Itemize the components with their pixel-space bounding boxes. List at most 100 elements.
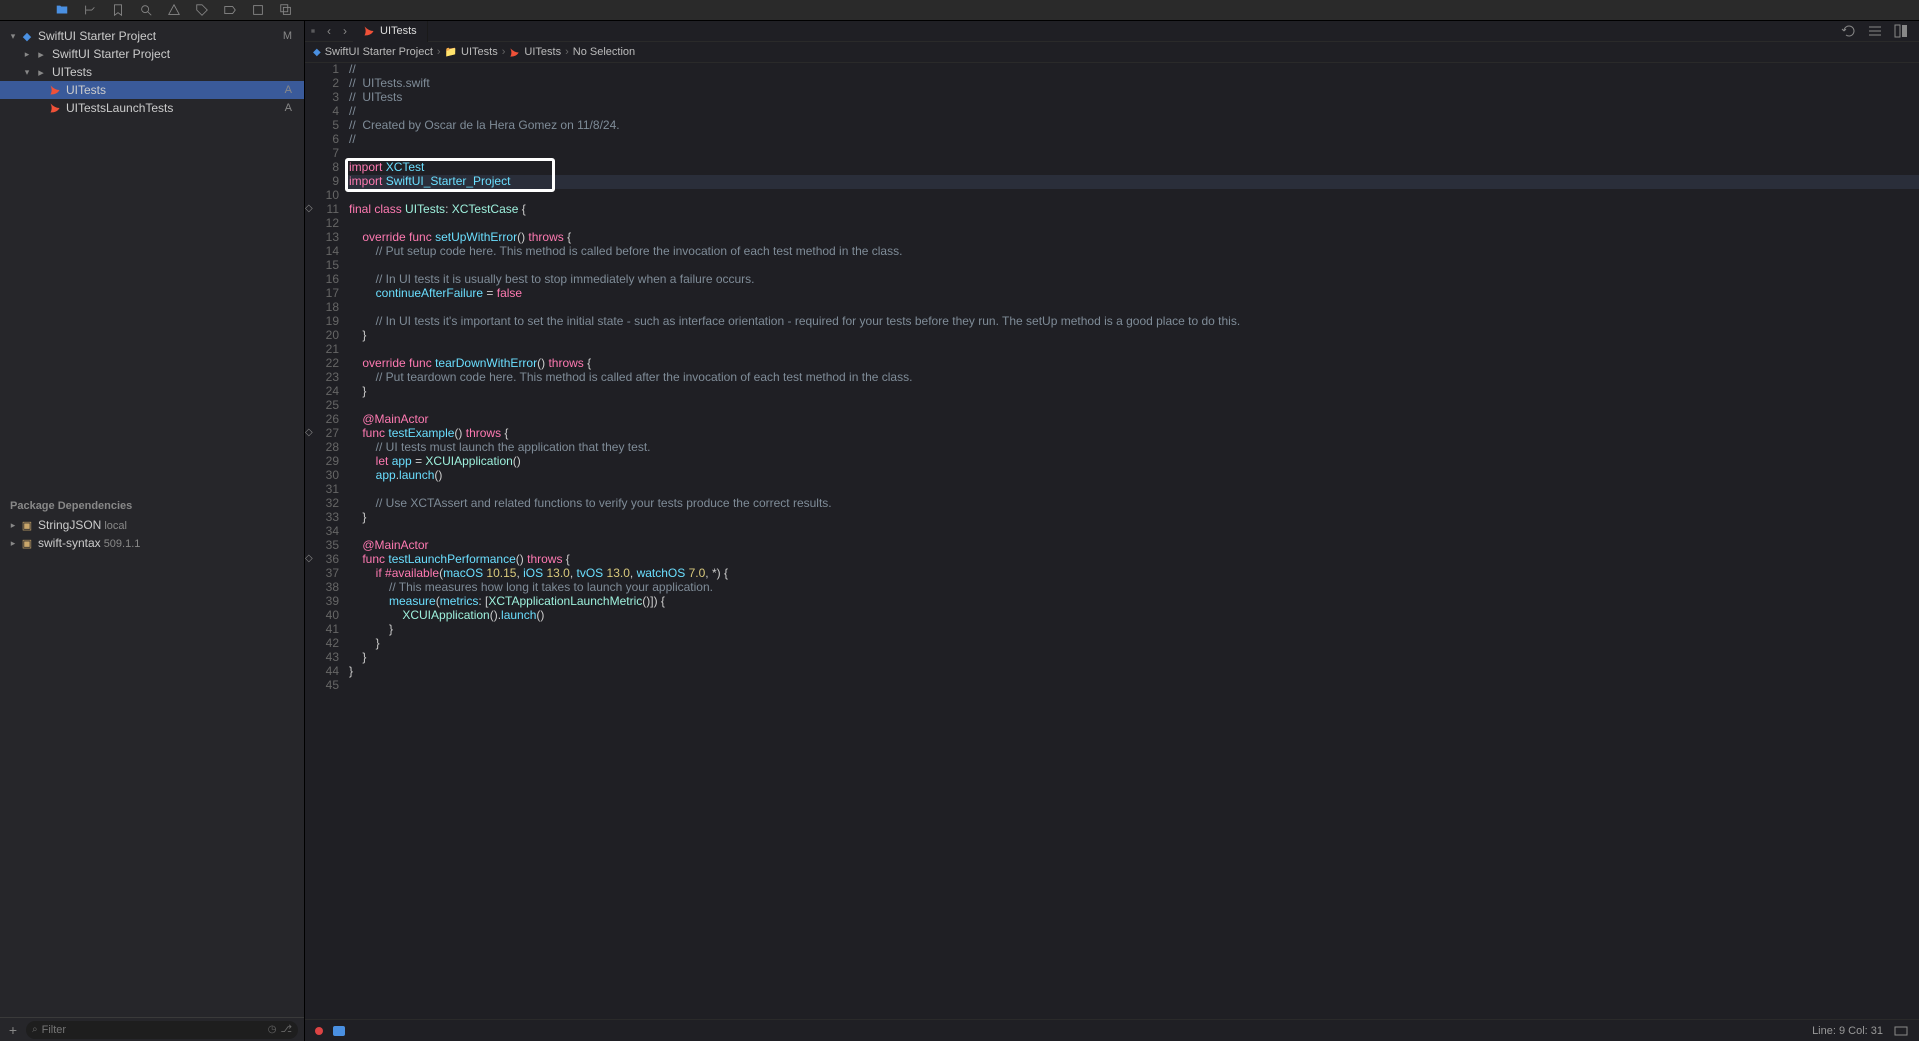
- code-line[interactable]: // Put setup code here. This method is c…: [345, 245, 1919, 259]
- project-tree[interactable]: ▾◆SwiftUI Starter ProjectM▸▸SwiftUI Star…: [0, 21, 304, 492]
- forward-icon[interactable]: ›: [337, 23, 353, 39]
- debug-console-icon[interactable]: [333, 1026, 345, 1036]
- code-line[interactable]: @MainActor: [345, 413, 1919, 427]
- jump-segment[interactable]: UITests: [524, 46, 561, 58]
- line-gutter[interactable]: 1234567891011◇12131415161718192021222324…: [305, 63, 345, 1019]
- scm-filter-icon[interactable]: ⎇: [280, 1024, 292, 1035]
- line-number[interactable]: 8: [305, 161, 339, 175]
- line-number[interactable]: 37: [305, 567, 339, 581]
- code-line[interactable]: // This measures how long it takes to la…: [345, 581, 1919, 595]
- filter-input[interactable]: [42, 1024, 264, 1036]
- related-items-icon[interactable]: [305, 23, 321, 39]
- line-number[interactable]: 38: [305, 581, 339, 595]
- line-number[interactable]: 26: [305, 413, 339, 427]
- code-line[interactable]: XCUIApplication().launch(): [345, 609, 1919, 623]
- line-number[interactable]: 18: [305, 301, 339, 315]
- line-number[interactable]: 3: [305, 91, 339, 105]
- tree-row[interactable]: ▸▸SwiftUI Starter Project: [0, 45, 304, 63]
- line-number[interactable]: 33: [305, 511, 339, 525]
- package-row[interactable]: ▸▣StringJSONlocal: [0, 516, 304, 534]
- test-diamond-icon[interactable]: ◇: [305, 203, 313, 215]
- code-line[interactable]: }: [345, 651, 1919, 665]
- code-line[interactable]: // Put teardown code here. This method i…: [345, 371, 1919, 385]
- code-line[interactable]: final class UITests: XCTestCase {: [345, 203, 1919, 217]
- code-line[interactable]: [345, 525, 1919, 539]
- code-line[interactable]: [345, 301, 1919, 315]
- vcs-icon[interactable]: [83, 3, 97, 17]
- code-line[interactable]: //: [345, 105, 1919, 119]
- line-number[interactable]: 45: [305, 679, 339, 693]
- line-number[interactable]: 35: [305, 539, 339, 553]
- tree-row[interactable]: UITestsA: [0, 81, 304, 99]
- disclosure-icon[interactable]: ▾: [8, 31, 18, 41]
- line-number[interactable]: 44: [305, 665, 339, 679]
- line-number[interactable]: 6: [305, 133, 339, 147]
- layers-icon[interactable]: [279, 3, 293, 17]
- code-line[interactable]: [345, 147, 1919, 161]
- clock-icon[interactable]: ◷: [268, 1024, 277, 1035]
- code-line[interactable]: // UI tests must launch the application …: [345, 441, 1919, 455]
- code-line[interactable]: func testExample() throws {: [345, 427, 1919, 441]
- back-icon[interactable]: ‹: [321, 23, 337, 39]
- code-line[interactable]: [345, 399, 1919, 413]
- code-line[interactable]: import XCTest: [345, 161, 1919, 175]
- code-line[interactable]: import SwiftUI_Starter_Project: [345, 175, 1919, 189]
- code-line[interactable]: app.launch(): [345, 469, 1919, 483]
- code-line[interactable]: [345, 483, 1919, 497]
- code-line[interactable]: }: [345, 329, 1919, 343]
- tag-icon[interactable]: [195, 3, 209, 17]
- line-number[interactable]: 13: [305, 231, 339, 245]
- test-diamond-icon[interactable]: ◇: [305, 427, 313, 439]
- line-number[interactable]: 29: [305, 455, 339, 469]
- code-line[interactable]: override func setUpWithError() throws {: [345, 231, 1919, 245]
- code-line[interactable]: measure(metrics: [XCTApplicationLaunchMe…: [345, 595, 1919, 609]
- line-number[interactable]: 25: [305, 399, 339, 413]
- code-line[interactable]: if #available(macOS 10.15, iOS 13.0, tvO…: [345, 567, 1919, 581]
- line-number[interactable]: 40: [305, 609, 339, 623]
- code-line[interactable]: //: [345, 133, 1919, 147]
- code-line[interactable]: [345, 679, 1919, 693]
- line-number[interactable]: 20: [305, 329, 339, 343]
- code-line[interactable]: // UITests.swift: [345, 77, 1919, 91]
- warning-icon[interactable]: [167, 3, 181, 17]
- line-number[interactable]: 9: [305, 175, 339, 189]
- code-line[interactable]: // UITests: [345, 91, 1919, 105]
- code-line[interactable]: }: [345, 623, 1919, 637]
- plus-icon[interactable]: +: [6, 1023, 20, 1037]
- code-line[interactable]: // In UI tests it's important to set the…: [345, 315, 1919, 329]
- code-line[interactable]: }: [345, 385, 1919, 399]
- code-line[interactable]: override func tearDownWithError() throws…: [345, 357, 1919, 371]
- code-content[interactable]: //// UITests.swift// UITests//// Created…: [345, 63, 1919, 1019]
- filter-field[interactable]: ⌕ ◷ ⎇: [26, 1021, 298, 1039]
- code-line[interactable]: [345, 259, 1919, 273]
- line-number[interactable]: 14: [305, 245, 339, 259]
- code-line[interactable]: [345, 217, 1919, 231]
- line-number[interactable]: 19: [305, 315, 339, 329]
- disclosure-icon[interactable]: ▸: [8, 538, 18, 548]
- code-line[interactable]: // Created by Oscar de la Hera Gomez on …: [345, 119, 1919, 133]
- line-number[interactable]: 7: [305, 147, 339, 161]
- adjust-icon[interactable]: [1867, 23, 1883, 39]
- line-number[interactable]: 11◇: [305, 203, 339, 217]
- line-number[interactable]: 2: [305, 77, 339, 91]
- code-line[interactable]: }: [345, 637, 1919, 651]
- line-number[interactable]: 34: [305, 525, 339, 539]
- line-number[interactable]: 39: [305, 595, 339, 609]
- folder-icon[interactable]: [55, 3, 69, 17]
- breakpoint-icon[interactable]: [223, 3, 237, 17]
- line-number[interactable]: 5: [305, 119, 339, 133]
- package-row[interactable]: ▸▣swift-syntax509.1.1: [0, 534, 304, 552]
- line-number[interactable]: 21: [305, 343, 339, 357]
- line-number[interactable]: 42: [305, 637, 339, 651]
- line-number[interactable]: 41: [305, 623, 339, 637]
- search-icon[interactable]: [139, 3, 153, 17]
- line-number[interactable]: 28: [305, 441, 339, 455]
- canvas-icon[interactable]: [1893, 1023, 1909, 1039]
- code-line[interactable]: func testLaunchPerformance() throws {: [345, 553, 1919, 567]
- line-number[interactable]: 4: [305, 105, 339, 119]
- line-number[interactable]: 22: [305, 357, 339, 371]
- code-line[interactable]: //: [345, 63, 1919, 77]
- jump-segment[interactable]: SwiftUI Starter Project: [325, 46, 433, 58]
- jump-segment[interactable]: UITests: [461, 46, 498, 58]
- line-number[interactable]: 12: [305, 217, 339, 231]
